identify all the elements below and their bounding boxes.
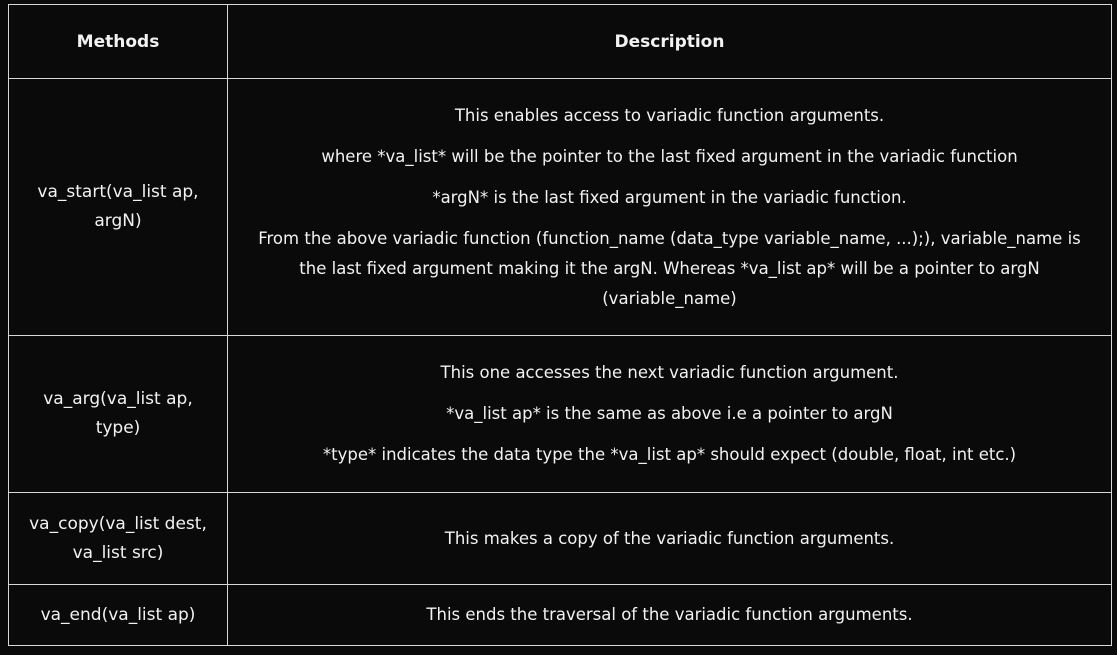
description-line: This one accesses the next variadic func… [440,363,899,382]
method-cell: va_end(va_list ap) [9,585,228,645]
table-row: va_start(va_list ap, argN) This enables … [9,78,1111,335]
method-cell: va_start(va_list ap, argN) [9,79,228,335]
method-name: va_copy(va_list dest, va_list src) [29,513,207,563]
description-line: *argN* is the last fixed argument in the… [432,187,907,207]
description-line: *va_list ap* is the same as above i.e a … [446,404,893,423]
header-methods: Methods [9,5,228,78]
description-line: *type* indicates the data type the *va_l… [322,445,1017,464]
table-row: va_end(va_list ap) This ends the travers… [9,584,1111,645]
table-header-row: Methods Description [9,5,1111,78]
description-line: From the above variadic function (functi… [258,228,1081,308]
description-cell: This one accesses the next variadic func… [228,336,1111,492]
table-row: va_copy(va_list dest, va_list src) This … [9,492,1111,584]
description-line: This ends the traversal of the variadic … [426,605,913,624]
method-cell: va_arg(va_list ap, type) [9,336,228,492]
description-cell: This makes a copy of the variadic functi… [228,493,1111,584]
description-cell: This ends the traversal of the variadic … [228,585,1111,645]
description-line: where *va_list* will be the pointer to t… [321,146,1018,166]
methods-table: Methods Description va_start(va_list ap,… [8,4,1112,646]
method-name: va_start(va_list ap, argN) [37,182,199,231]
table-row: va_arg(va_list ap, type) This one access… [9,335,1111,492]
description-cell: This enables access to variadic function… [228,79,1111,335]
description-line: This enables access to variadic function… [454,105,885,125]
description-line: This makes a copy of the variadic functi… [444,528,895,548]
header-description: Description [614,31,725,52]
method-name: va_end(va_list ap) [40,604,196,625]
method-name: va_arg(va_list ap, type) [43,389,193,438]
method-cell: va_copy(va_list dest, va_list src) [9,493,228,584]
